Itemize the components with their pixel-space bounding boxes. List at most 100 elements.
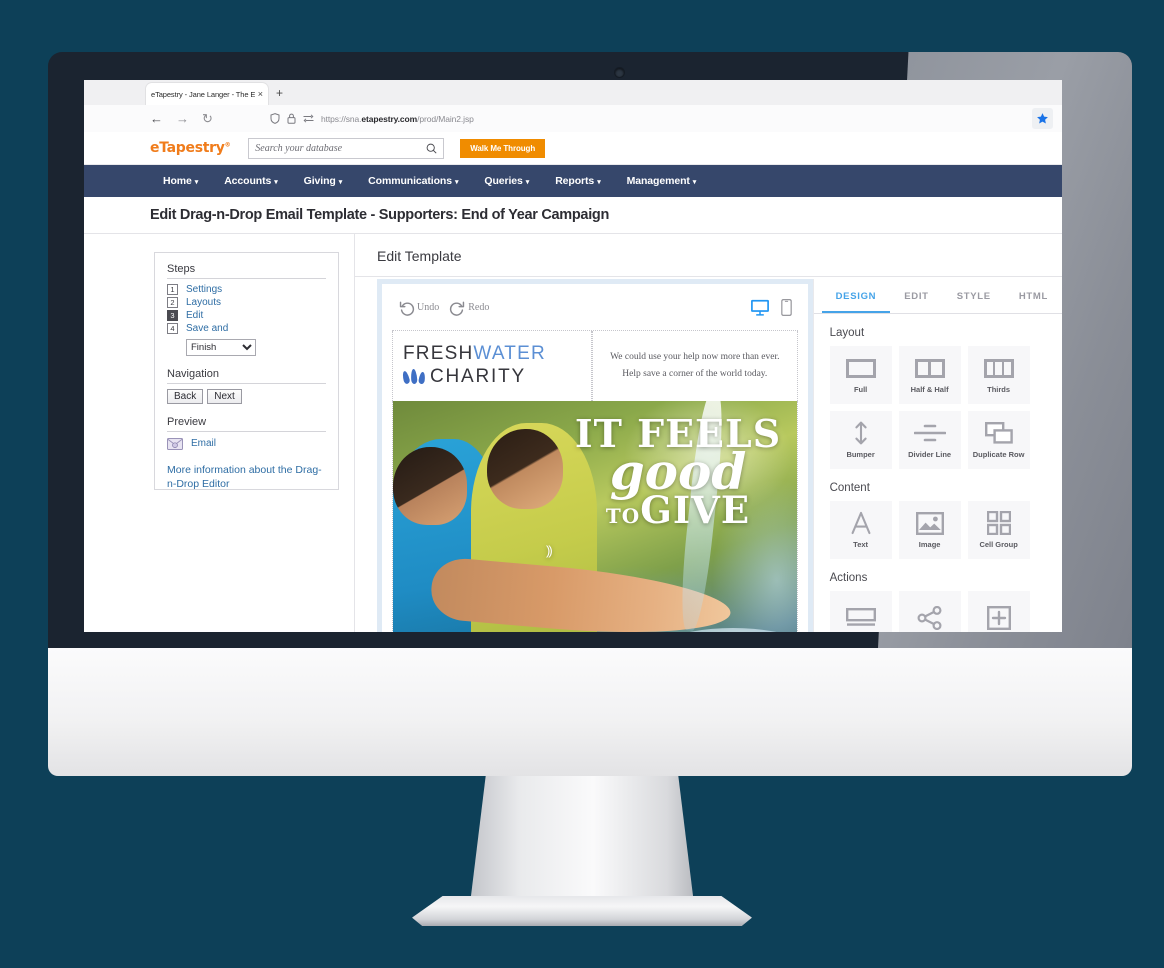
new-tab-button[interactable]: + xyxy=(276,86,283,100)
step-label[interactable]: Settings xyxy=(186,284,222,295)
sidebar-step-layouts[interactable]: 2 Layouts xyxy=(167,296,326,309)
preview-email-link[interactable]: Email xyxy=(191,438,216,449)
nav-item-home[interactable]: Home ▾ xyxy=(150,175,211,187)
tile-cell-group[interactable]: Cell Group xyxy=(967,501,1030,559)
chevron-down-icon: ▾ xyxy=(194,179,199,186)
address-bar[interactable]: https://sna.etapestry.com/prod/Main2.jsp xyxy=(270,109,960,128)
tile-text[interactable]: Text xyxy=(829,501,892,559)
tile-full[interactable]: Full xyxy=(829,346,892,404)
browser-urlbar: ← → ↻ https://sna.etapestry.com/prod/Mai… xyxy=(84,105,1062,132)
page-title: Edit Drag-n-Drop Email Template - Suppor… xyxy=(150,207,610,223)
chevron-down-icon: ▾ xyxy=(597,179,601,186)
tile-button[interactable] xyxy=(829,591,892,632)
reload-icon[interactable]: ↻ xyxy=(202,109,213,128)
charity-logo-line2: CHARITY xyxy=(401,365,581,388)
layout-half-icon xyxy=(914,356,945,380)
actions-tile-row xyxy=(814,591,1062,632)
tile-divider-line[interactable]: Divider Line xyxy=(898,411,961,469)
charity-word: CHARITY xyxy=(430,365,526,387)
sidebar-step-settings[interactable]: 1 Settings xyxy=(167,283,326,296)
chevron-down-icon: ▾ xyxy=(338,179,343,186)
sidebar-step-edit[interactable]: 3 Edit xyxy=(167,309,326,322)
sidebar-step-save-and[interactable]: 4 Save and xyxy=(167,322,326,335)
nav-item-communications[interactable]: Communications ▾ xyxy=(355,175,471,187)
page-title-bar: Edit Drag-n-Drop Email Template - Suppor… xyxy=(84,197,1062,234)
step-label[interactable]: Save and xyxy=(186,323,228,334)
desktop-icon[interactable] xyxy=(750,299,770,316)
nav-item-queries[interactable]: Queries ▾ xyxy=(471,175,542,187)
tab-edit[interactable]: EDIT xyxy=(890,279,942,313)
redo-button[interactable]: Redo xyxy=(449,299,489,316)
browser-tab-title: eTapestry - Jane Langer - The Excell xyxy=(151,89,255,99)
browser-tab[interactable]: eTapestry - Jane Langer - The Excell × xyxy=(146,83,268,105)
undo-label: Undo xyxy=(417,301,440,313)
close-icon[interactable]: × xyxy=(255,89,263,99)
browser-nav-buttons: ← → ↻ xyxy=(150,109,213,128)
nav-item-accounts[interactable]: Accounts ▾ xyxy=(211,175,290,187)
tab-style[interactable]: STYLE xyxy=(943,279,1005,313)
tile-share[interactable] xyxy=(898,591,961,632)
nav-item-giving[interactable]: Giving ▾ xyxy=(291,175,356,187)
search-input[interactable] xyxy=(255,142,427,154)
back-icon[interactable]: ← xyxy=(150,109,163,128)
layout-thirds-icon xyxy=(983,356,1014,380)
editor-title: Edit Template xyxy=(355,234,1062,277)
tile-duplicate-row[interactable]: Duplicate Row xyxy=(967,411,1030,469)
webcam-icon xyxy=(615,68,624,77)
browser-tabstrip: eTapestry - Jane Langer - The Excell × + xyxy=(84,80,1062,105)
nav-item-management[interactable]: Management ▾ xyxy=(614,175,710,187)
email-hero-cell[interactable]: IT FEELS )) good (( TOGIVE xyxy=(392,400,798,632)
walk-me-through-button[interactable]: Walk Me Through xyxy=(460,138,546,158)
layout-tile-row-1: Full Half & Half Thirds xyxy=(814,346,1062,404)
device-preview-toggle xyxy=(750,298,792,316)
tile-thirds[interactable]: Thirds xyxy=(967,346,1030,404)
section-title-actions: Actions xyxy=(829,572,868,584)
section-title-content: Content xyxy=(829,482,870,494)
tile-bumper[interactable]: Bumper xyxy=(829,411,892,469)
editor-panel: Edit Template Undo Redo FRESHWATER CHARI… xyxy=(354,234,1062,632)
app-header: eTapestry® Walk Me Through xyxy=(84,132,1062,165)
next-button[interactable]: Next xyxy=(207,389,242,404)
section-title-layout: Layout xyxy=(829,327,865,339)
step-label[interactable]: Edit xyxy=(186,310,203,321)
finish-select[interactable]: Finish xyxy=(186,339,256,356)
share-icon xyxy=(917,605,943,630)
back-button[interactable]: Back xyxy=(167,389,204,404)
shield-icon xyxy=(270,113,280,124)
undo-button[interactable]: Undo xyxy=(398,299,439,316)
forward-icon[interactable]: → xyxy=(176,109,189,128)
button-icon xyxy=(845,606,876,630)
more-info-link[interactable]: More information about the Drag-n-Drop E… xyxy=(167,463,326,491)
search-box[interactable] xyxy=(248,137,445,159)
step-label[interactable]: Layouts xyxy=(186,297,221,308)
chevron-down-icon: ▾ xyxy=(525,179,530,186)
hero-text-overlay: IT FEELS )) good (( TOGIVE xyxy=(546,414,788,557)
chevron-down-icon: ▾ xyxy=(274,179,278,186)
charity-logo-line1: FRESHWATER xyxy=(403,343,546,364)
email-template-body: FRESHWATER CHARITY We could use your hel… xyxy=(382,330,808,632)
tab-html[interactable]: HTML xyxy=(1005,279,1062,313)
url-status-icons xyxy=(270,113,314,124)
tile-half-and-half[interactable]: Half & Half xyxy=(898,346,961,404)
preview-email-row[interactable]: Email xyxy=(167,437,326,450)
plus-box-icon xyxy=(986,605,1011,630)
email-header-row[interactable]: FRESHWATER CHARITY We could use your hel… xyxy=(392,330,798,401)
lock-icon xyxy=(287,113,296,124)
search-icon xyxy=(426,143,437,154)
tile-image[interactable]: Image xyxy=(898,501,961,559)
mobile-icon[interactable] xyxy=(780,298,792,316)
monitor-chin xyxy=(48,648,1132,776)
chevron-down-icon: ▾ xyxy=(454,179,459,186)
tagline-line1: We could use your help now more than eve… xyxy=(610,352,780,363)
screenshot-stage: eTapestry - Jane Langer - The Excell × +… xyxy=(0,0,1164,968)
tab-design[interactable]: DESIGN xyxy=(821,279,891,313)
email-tagline-cell[interactable]: We could use your help now more than eve… xyxy=(592,331,798,401)
email-logo-cell[interactable]: FRESHWATER CHARITY xyxy=(392,331,592,401)
burst-left-icon: )) xyxy=(546,542,553,558)
nav-item-reports[interactable]: Reports ▾ xyxy=(542,175,613,187)
tile-plus-box[interactable] xyxy=(967,591,1030,632)
bookmark-button[interactable] xyxy=(1032,108,1053,129)
etapestry-logo: eTapestry® xyxy=(150,140,231,156)
design-tool-panel: DESIGN EDIT STYLE HTML Layout Full Half … xyxy=(812,279,1062,632)
content-tile-row: Text Image Cell Group xyxy=(814,501,1062,559)
